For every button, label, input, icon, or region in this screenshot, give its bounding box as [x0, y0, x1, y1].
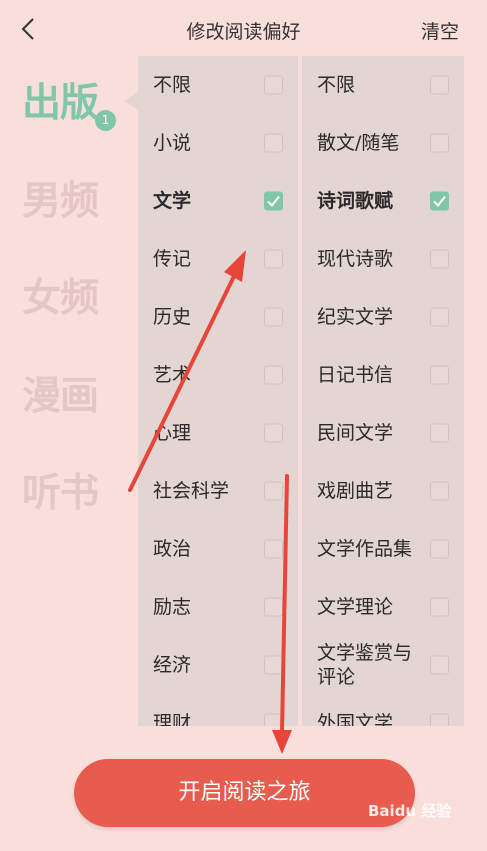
left-option-label: 励志: [153, 596, 192, 618]
right-option-label: 外国文学: [317, 712, 394, 726]
right-option-label: 日记书信: [317, 364, 394, 386]
left-option-label: 心理: [153, 422, 192, 444]
left-option-label: 历史: [153, 306, 192, 328]
category-tab-female[interactable]: 女频: [22, 267, 122, 327]
left-option-label: 社会科学: [153, 480, 230, 502]
checkbox-empty-icon[interactable]: [430, 365, 449, 385]
checkmark-icon: [433, 195, 446, 208]
left-option-label: 文学: [153, 190, 192, 212]
right-option-row[interactable]: 日记书信: [302, 346, 464, 404]
left-option-label: 经济: [153, 654, 192, 676]
right-option-row[interactable]: 戏剧曲艺: [302, 462, 464, 520]
right-option-label: 文学鉴赏与评论: [317, 642, 413, 688]
right-option-label: 不限: [317, 74, 356, 96]
checkbox-empty-icon[interactable]: [264, 597, 283, 617]
checkbox-empty-icon[interactable]: [264, 481, 283, 501]
selection-count-badge: 1: [95, 110, 116, 131]
annotation-arrowhead-down: [272, 730, 292, 754]
checkbox-checked-icon[interactable]: [264, 191, 283, 211]
category-tab-publishing[interactable]: 出版 1: [22, 72, 122, 132]
left-option-label: 理财: [153, 712, 192, 726]
right-option-label: 文学作品集: [317, 538, 413, 560]
checkbox-empty-icon[interactable]: [264, 655, 283, 675]
right-option-row[interactable]: 民间文学: [302, 404, 464, 462]
left-option-row[interactable]: 文学: [138, 172, 298, 230]
category-tab-comics[interactable]: 漫画: [22, 365, 122, 425]
right-option-row[interactable]: 纪实文学: [302, 288, 464, 346]
category-tab-label: 听书: [22, 470, 99, 516]
right-option-row[interactable]: 现代诗歌: [302, 230, 464, 288]
left-option-label: 艺术: [153, 364, 192, 386]
left-option-row[interactable]: 传记: [138, 230, 298, 288]
left-option-row[interactable]: 不限: [138, 56, 298, 114]
category-tab-male[interactable]: 男频: [22, 170, 122, 230]
right-option-label: 诗词歌赋: [317, 190, 394, 212]
left-option-row[interactable]: 励志: [138, 578, 298, 636]
left-option-row[interactable]: 心理: [138, 404, 298, 462]
left-option-label: 传记: [153, 248, 192, 270]
checkbox-empty-icon[interactable]: [264, 539, 283, 559]
checkbox-empty-icon[interactable]: [430, 655, 449, 675]
clear-button[interactable]: 清空: [421, 17, 459, 44]
right-option-row[interactable]: 文学理论: [302, 578, 464, 636]
right-option-label: 戏剧曲艺: [317, 480, 394, 502]
checkbox-empty-icon[interactable]: [430, 481, 449, 501]
checkbox-empty-icon[interactable]: [430, 249, 449, 269]
right-option-label: 民间文学: [317, 422, 394, 444]
left-option-label: 小说: [153, 132, 192, 154]
page-title: 修改阅读偏好: [186, 21, 301, 43]
checkbox-empty-icon[interactable]: [264, 713, 283, 726]
checkbox-empty-icon[interactable]: [264, 365, 283, 385]
start-reading-button[interactable]: 开启阅读之旅: [74, 759, 415, 827]
checkbox-empty-icon[interactable]: [264, 423, 283, 443]
right-option-label: 纪实文学: [317, 306, 394, 328]
left-option-row[interactable]: 历史: [138, 288, 298, 346]
right-option-label: 现代诗歌: [317, 248, 394, 270]
left-option-row[interactable]: 艺术: [138, 346, 298, 404]
active-category-pointer: [124, 92, 138, 110]
checkbox-empty-icon[interactable]: [430, 539, 449, 559]
left-option-row[interactable]: 经济: [138, 636, 298, 694]
checkbox-empty-icon[interactable]: [264, 133, 283, 153]
left-option-row[interactable]: 政治: [138, 520, 298, 578]
category-tab-audiobooks[interactable]: 听书: [22, 462, 122, 522]
right-option-row[interactable]: 文学作品集: [302, 520, 464, 578]
right-option-row[interactable]: 文学鉴赏与评论: [302, 636, 464, 694]
checkbox-empty-icon[interactable]: [430, 423, 449, 443]
header-bar: 修改阅读偏好 清空: [0, 0, 487, 58]
left-option-label: 政治: [153, 538, 192, 560]
right-option-label: 散文/随笔: [317, 132, 400, 154]
checkbox-checked-icon[interactable]: [430, 191, 449, 211]
checkbox-empty-icon[interactable]: [264, 75, 283, 95]
checkmark-icon: [267, 195, 280, 208]
right-option-label: 文学理论: [317, 596, 394, 618]
subgenre-list: 不限散文/随笔诗词歌赋现代诗歌纪实文学日记书信民间文学戏剧曲艺文学作品集文学理论…: [302, 56, 464, 726]
left-option-row[interactable]: 小说: [138, 114, 298, 172]
checkbox-empty-icon[interactable]: [430, 75, 449, 95]
checkbox-empty-icon[interactable]: [430, 307, 449, 327]
baidu-watermark: Baidu 经验: [368, 802, 452, 820]
left-option-row[interactable]: 理财: [138, 694, 298, 726]
category-tab-label: 漫画: [22, 373, 99, 419]
checkbox-empty-icon[interactable]: [264, 307, 283, 327]
left-option-row[interactable]: 社会科学: [138, 462, 298, 520]
category-tab-label: 出版: [22, 80, 99, 126]
genre-list: 不限小说文学传记历史艺术心理社会科学政治励志经济理财: [138, 56, 298, 726]
checkbox-empty-icon[interactable]: [430, 133, 449, 153]
checkbox-empty-icon[interactable]: [264, 249, 283, 269]
left-option-label: 不限: [153, 74, 192, 96]
right-option-row[interactable]: 外国文学: [302, 694, 464, 726]
right-option-row[interactable]: 不限: [302, 56, 464, 114]
checkbox-empty-icon[interactable]: [430, 597, 449, 617]
category-tab-label: 女频: [22, 275, 99, 321]
right-option-row[interactable]: 散文/随笔: [302, 114, 464, 172]
category-tab-label: 男频: [22, 178, 99, 224]
right-option-row[interactable]: 诗词歌赋: [302, 172, 464, 230]
checkbox-empty-icon[interactable]: [430, 713, 449, 726]
